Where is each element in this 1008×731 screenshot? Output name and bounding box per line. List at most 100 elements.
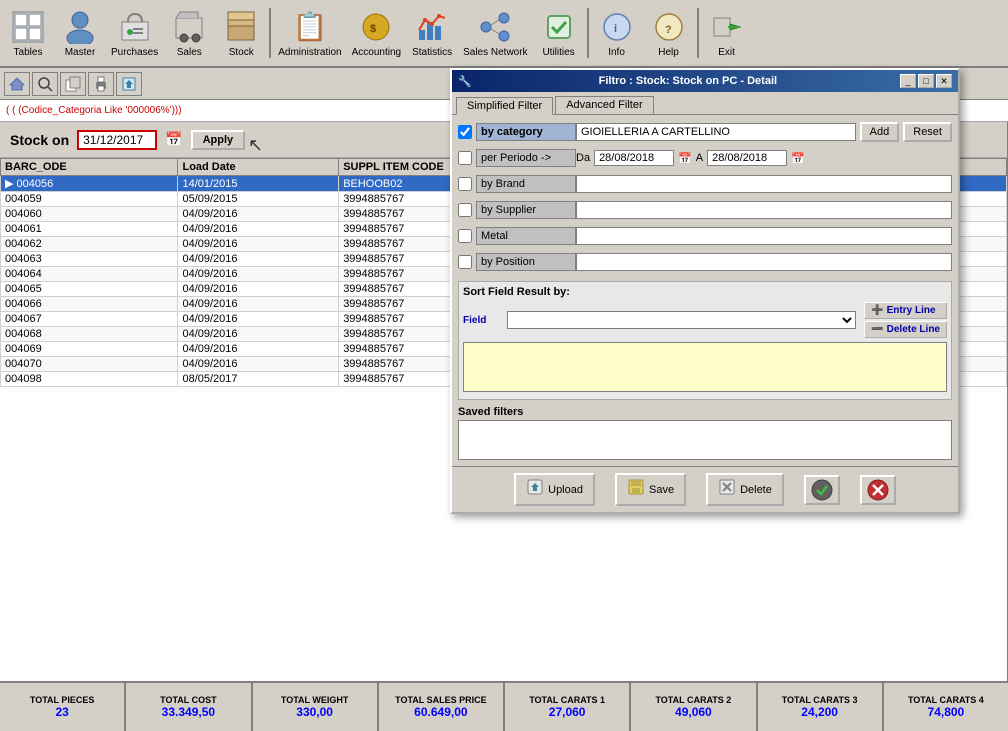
saved-filters-box[interactable] [458,420,952,460]
calendar-a-icon[interactable]: 📅 [791,152,805,165]
checkbox-supplier[interactable] [458,203,472,217]
delete-button[interactable]: Delete [706,473,784,506]
total-value: 24,200 [801,705,838,719]
filter-value-supplier[interactable] [576,201,952,219]
dialog-content: by category Add Reset per Periodo -> Da … [452,115,958,466]
toolbar-sep1 [269,8,271,58]
copy-button[interactable] [60,72,86,96]
ok-button[interactable] [804,475,840,505]
total-cell: TOTAL SALES PRICE 60.649,00 [379,683,505,731]
toolbar-sales[interactable]: Sales [163,6,215,61]
upload-button[interactable]: Upload [514,473,595,506]
apply-button[interactable]: Apply [191,130,246,150]
filter-label-category: by category [476,123,576,141]
toolbar-utilities[interactable]: Utilities [533,6,585,61]
sort-section: Sort Field Result by: Field ➕ Entry Line… [458,281,952,400]
checkbox-category[interactable] [458,125,472,139]
entry-delete-row: ➕ Entry Line ➖ Delete Line [864,302,947,338]
calendar-icon[interactable]: 📅 [165,131,182,148]
calendar-da-icon[interactable]: 📅 [678,152,692,165]
svg-text:?: ? [665,24,672,36]
administration-label: Administration [278,47,341,58]
field-select[interactable] [507,311,856,329]
stock-date-input[interactable] [77,130,157,150]
sales-icon [171,9,207,45]
toolbar-accounting[interactable]: $ Accounting [347,6,406,61]
filter-row-periodo: per Periodo -> Da 📅 A 📅 [458,147,952,169]
sales-network-label: Sales Network [463,47,527,58]
cancel-button[interactable] [860,475,896,505]
total-label: TOTAL COST [160,695,217,705]
total-value: 60.649,00 [414,705,467,719]
checkbox-position[interactable] [458,255,472,269]
checkbox-brand[interactable] [458,177,472,191]
filter-label-periodo: per Periodo -> [476,149,576,167]
save-button[interactable]: Save [615,473,686,506]
period-da-input[interactable] [594,150,674,166]
toolbar-sales-network[interactable]: Sales Network [458,6,532,61]
accounting-icon: $ [358,9,394,45]
export-button[interactable] [116,72,142,96]
filter-value-brand[interactable] [576,175,952,193]
total-label: TOTAL SALES PRICE [395,695,487,705]
toolbar-info[interactable]: i Info [591,6,643,61]
close-button[interactable]: ✕ [936,74,952,88]
toolbar-sep2 [587,8,589,58]
total-cell: TOTAL COST 33.349,50 [126,683,252,731]
period-row: Da 📅 A 📅 [576,150,805,166]
exit-label: Exit [718,47,735,58]
filter-value-metal[interactable] [576,227,952,245]
total-cell: TOTAL PIECES 23 [0,683,126,731]
help-label: Help [658,47,679,58]
stock-on-label: Stock on [10,132,69,148]
filter-value-category[interactable] [576,123,856,141]
toolbar-statistics[interactable]: Statistics [406,6,458,61]
print-button[interactable] [88,72,114,96]
period-a-input[interactable] [707,150,787,166]
sort-text-area[interactable] [463,342,947,392]
toolbar-master[interactable]: Master [54,6,106,61]
toolbar-administration[interactable]: 📋 Administration [273,6,346,61]
toolbar-help[interactable]: ? Help [643,6,695,61]
toolbar-stock[interactable]: Stock [215,6,267,61]
total-label: TOTAL CARATS 4 [908,695,984,705]
checkbox-metal[interactable] [458,229,472,243]
total-label: TOTAL CARATS 1 [529,695,605,705]
totals-bar: TOTAL PIECES 23 TOTAL COST 33.349,50 TOT… [0,681,1008,731]
utilities-icon [541,9,577,45]
title-controls: _ □ ✕ [900,74,952,88]
search-button[interactable] [32,72,58,96]
add-button[interactable]: Add [860,122,900,142]
exit-icon [709,9,745,45]
purchases-label: Purchases [111,47,158,58]
dialog-tabs: Simplified Filter Advanced Filter [452,92,958,115]
entry-line-button[interactable]: ➕ Entry Line [864,302,947,319]
filter-row-category: by category Add Reset [458,121,952,143]
maximize-button[interactable]: □ [918,74,934,88]
sort-section-label: Sort Field Result by: [463,286,570,298]
tab-advanced-filter[interactable]: Advanced Filter [555,96,653,114]
tables-label: Tables [14,47,43,58]
statistics-icon [414,9,450,45]
filter-label-brand: by Brand [476,175,576,193]
toolbar-purchases[interactable]: Purchases [106,6,163,61]
toolbar-sep3 [697,8,699,58]
filter-label-metal: Metal [476,227,576,245]
col-date: Load Date [178,159,339,176]
minimize-button[interactable]: _ [900,74,916,88]
delete-line-button[interactable]: ➖ Delete Line [864,321,947,338]
reset-button[interactable]: Reset [903,122,952,142]
filter-value-position[interactable] [576,253,952,271]
filter-dialog: 🔧 Filtro : Stock: Stock on PC - Detail _… [450,68,960,514]
filter-text: ( ( (Codice_Categoria Like '000006%'))) [6,105,182,116]
field-label: Field [463,315,503,326]
home-button[interactable] [4,72,30,96]
saved-filters-label: Saved filters [458,406,523,418]
toolbar-exit[interactable]: Exit [701,6,753,61]
tab-simplified-filter[interactable]: Simplified Filter [456,97,553,115]
utilities-label: Utilities [542,47,574,58]
checkbox-periodo[interactable] [458,151,472,165]
total-value: 23 [55,705,68,719]
dialog-footer: Upload Save Delete [452,466,958,512]
toolbar-tables[interactable]: Tables [2,6,54,61]
